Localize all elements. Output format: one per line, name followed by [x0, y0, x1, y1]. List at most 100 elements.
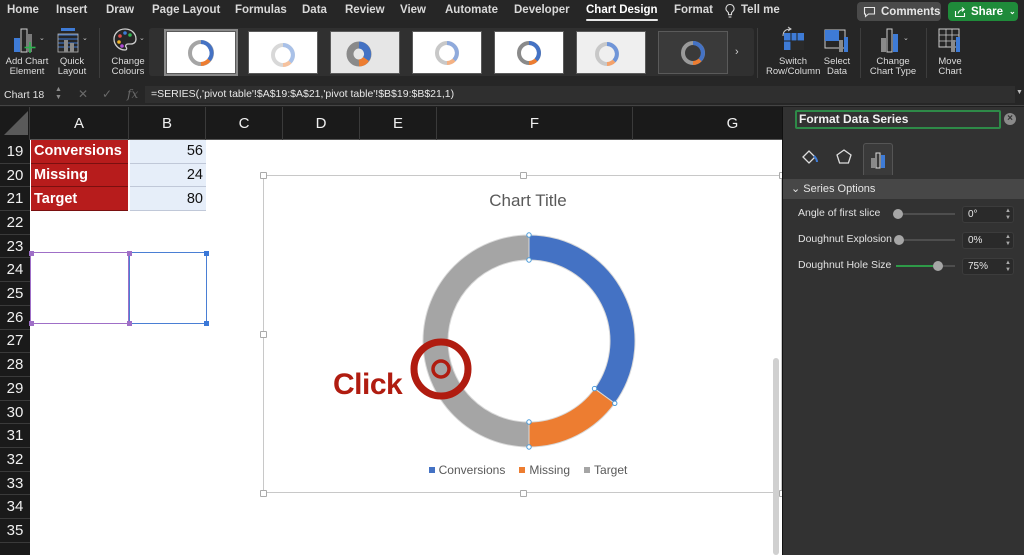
cell-label[interactable]: Conversions — [31, 140, 128, 164]
row-header-34[interactable]: 34 — [0, 496, 30, 520]
cell-value[interactable]: 80 — [130, 187, 206, 212]
tab-fill-line[interactable] — [795, 142, 825, 172]
row-header-29[interactable]: 29 — [0, 377, 30, 401]
share-button[interactable]: Share ⌄ — [948, 2, 1018, 21]
doughnut-chart[interactable]: Chart Title Conversions Missing Target — [260, 172, 786, 497]
chart-style-6[interactable] — [576, 31, 646, 74]
slider-knob[interactable] — [932, 261, 943, 271]
row-header-25[interactable]: 25 — [0, 282, 30, 306]
range-handle[interactable] — [127, 321, 132, 326]
tab-view[interactable]: View — [400, 4, 426, 16]
row-header-32[interactable]: 32 — [0, 448, 30, 472]
column-header-d[interactable]: D — [283, 107, 360, 140]
chart-resize-handle[interactable] — [519, 172, 527, 179]
slice-selection-handle[interactable] — [591, 385, 598, 392]
range-handle[interactable] — [29, 321, 34, 326]
tab-review[interactable]: Review — [345, 4, 385, 16]
range-handle[interactable] — [204, 321, 209, 326]
name-box-stepper-icon[interactable]: ▲ ▼ — [55, 86, 62, 102]
chart-resize-handle[interactable] — [519, 490, 527, 497]
tab-data[interactable]: Data — [302, 4, 327, 16]
range-handle[interactable] — [29, 251, 34, 256]
formula-input[interactable]: =SERIES(,'pivot table'!$A$19:$A$21,'pivo… — [145, 86, 1015, 103]
select-data-button[interactable]: Select Data — [822, 26, 852, 77]
chart-style-7[interactable] — [658, 31, 728, 74]
tab-home[interactable]: Home — [7, 4, 39, 16]
tab-insert[interactable]: Insert — [56, 4, 87, 16]
slice-selection-handle[interactable] — [526, 444, 532, 450]
chart-style-5[interactable] — [494, 31, 564, 74]
check-icon[interactable]: ✓ — [102, 87, 112, 101]
cell-label[interactable]: Target — [31, 187, 128, 212]
column-header-c[interactable]: C — [206, 107, 283, 140]
chart-style-4[interactable] — [412, 31, 482, 74]
column-header-g[interactable]: G — [633, 107, 782, 140]
stepper-arrows-icon[interactable]: ▲ ▼ — [1005, 208, 1011, 222]
tab-chart-design[interactable]: Chart Design — [586, 4, 658, 21]
doughnut-slice-conversions[interactable] — [528, 234, 636, 405]
row-header-33[interactable]: 33 — [0, 472, 30, 496]
tab-format[interactable]: Format — [674, 4, 713, 16]
quick-layout-button[interactable]: ⌄ Quick Layout — [54, 26, 90, 77]
chart-resize-handle[interactable] — [260, 331, 267, 338]
row-header-24[interactable]: 24 — [0, 259, 30, 283]
row-header-21[interactable]: 21 — [0, 187, 30, 212]
slice-selection-handle[interactable] — [526, 257, 532, 263]
slice-selection-handle[interactable] — [612, 400, 618, 407]
change-chart-type-button[interactable]: ⌄ Change Chart Type — [866, 26, 920, 77]
column-header-b[interactable]: B — [129, 107, 206, 140]
slice-selection-handle[interactable] — [526, 232, 532, 238]
chart-resize-handle[interactable] — [260, 490, 267, 497]
change-colours-button[interactable]: ⌄ Change Colours — [106, 26, 150, 77]
legend-item-conversions[interactable]: Conversions — [428, 463, 505, 477]
value-spinner[interactable]: 75% ▲ ▼ — [962, 258, 1014, 275]
select-all-button[interactable] — [0, 107, 30, 140]
value-spinner[interactable]: 0° ▲ ▼ — [962, 206, 1014, 223]
cell-value[interactable]: 56 — [130, 140, 206, 164]
chart-resize-handle[interactable] — [260, 172, 267, 179]
chevron-right-icon[interactable]: › — [735, 46, 739, 58]
slider-knob[interactable] — [893, 209, 903, 219]
expand-formula-icon[interactable]: ▼ — [1016, 89, 1023, 96]
tell-me-search[interactable]: Tell me — [741, 4, 780, 16]
move-chart-button[interactable]: Move Chart — [934, 26, 966, 77]
switch-row-column-button[interactable]: Switch Row/Column — [766, 26, 820, 77]
cell-value[interactable]: 24 — [130, 163, 206, 188]
value-spinner[interactable]: 0% ▲ ▼ — [962, 232, 1014, 249]
tab-automate[interactable]: Automate — [445, 4, 498, 16]
slice-selection-handle[interactable] — [526, 419, 532, 425]
legend-item-target[interactable]: Target — [584, 463, 627, 477]
column-header-e[interactable]: E — [360, 107, 437, 140]
tab-formulas[interactable]: Formulas — [235, 4, 287, 16]
row-header-26[interactable]: 26 — [0, 306, 30, 330]
chart-style-1[interactable] — [164, 29, 238, 76]
row-header-22[interactable]: 22 — [0, 211, 30, 235]
stepper-arrows-icon[interactable]: ▲ ▼ — [1005, 234, 1011, 248]
legend-item-missing[interactable]: Missing — [519, 463, 570, 477]
tab-page-layout[interactable]: Page Layout — [152, 4, 220, 16]
cancel-icon[interactable]: ✕ — [78, 87, 88, 101]
chart-style-2[interactable] — [248, 31, 318, 74]
tab-draw[interactable]: Draw — [106, 4, 134, 16]
row-header-28[interactable]: 28 — [0, 353, 30, 377]
chart-legend[interactable]: Conversions Missing Target — [264, 463, 792, 477]
cell-label[interactable]: Missing — [31, 163, 128, 188]
slider-knob[interactable] — [894, 235, 904, 245]
comments-button[interactable]: Comments — [857, 2, 941, 21]
tab-developer[interactable]: Developer — [514, 4, 570, 16]
function-icon[interactable]: fx — [127, 87, 138, 101]
row-header-19[interactable]: 19 — [0, 140, 30, 164]
column-header-f[interactable]: F — [437, 107, 633, 140]
chart-style-3[interactable] — [330, 31, 400, 74]
row-header-23[interactable]: 23 — [0, 235, 30, 259]
name-box[interactable]: Chart 18 — [4, 89, 44, 101]
row-header-35[interactable]: 35 — [0, 519, 30, 543]
row-header-30[interactable]: 30 — [0, 401, 30, 425]
close-icon[interactable]: × — [1004, 113, 1016, 125]
row-header-20[interactable]: 20 — [0, 164, 30, 188]
row-header-27[interactable]: 27 — [0, 330, 30, 354]
vertical-scrollbar[interactable] — [773, 358, 779, 555]
row-header-31[interactable]: 31 — [0, 424, 30, 449]
chart-title[interactable]: Chart Title — [264, 191, 792, 211]
add-chart-element-button[interactable]: ⌄ Add Chart Element — [4, 26, 50, 77]
